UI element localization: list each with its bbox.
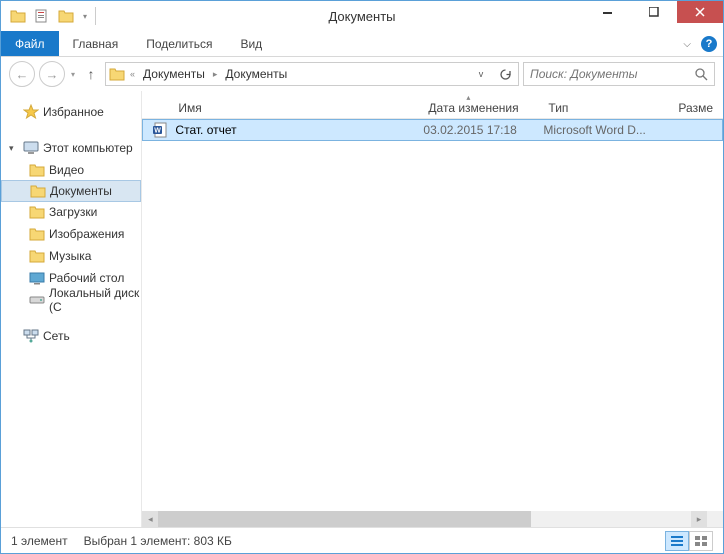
- chevron-icon[interactable]: «: [128, 69, 137, 79]
- tree-label: Сеть: [43, 329, 70, 343]
- qat-dropdown-icon[interactable]: ▾: [79, 5, 91, 27]
- file-type: Microsoft Word D...: [543, 123, 673, 137]
- scroll-thumb[interactable]: [158, 511, 531, 527]
- column-size[interactable]: Разме: [672, 101, 723, 115]
- search-box[interactable]: [523, 62, 715, 86]
- drive-icon: [29, 292, 45, 308]
- tree-localdisk[interactable]: Локальный диск (C: [1, 289, 141, 311]
- tree-videos[interactable]: Видео: [1, 159, 141, 181]
- tab-view[interactable]: Вид: [226, 31, 276, 56]
- new-folder-icon[interactable]: [55, 5, 77, 27]
- view-switcher: [665, 531, 713, 551]
- column-headers: Имя Дата изменения Тип Разме: [142, 91, 723, 119]
- scroll-right-icon[interactable]: ▸: [691, 511, 707, 527]
- collapse-icon[interactable]: ▾: [9, 143, 19, 154]
- back-button[interactable]: ←: [9, 61, 35, 87]
- tab-file[interactable]: Файл: [1, 31, 59, 56]
- search-icon[interactable]: [695, 68, 708, 81]
- icons-view-button[interactable]: [689, 531, 713, 551]
- svg-text:W: W: [155, 128, 162, 135]
- tree-downloads[interactable]: Загрузки: [1, 201, 141, 223]
- folder-icon: [29, 204, 45, 220]
- tree-label: Этот компьютер: [43, 141, 133, 155]
- folder-icon: [108, 65, 126, 83]
- search-input[interactable]: [530, 67, 695, 81]
- file-list-pane: ▴ Имя Дата изменения Тип Разме W Стат. о…: [142, 91, 723, 527]
- tree-label: Музыка: [49, 249, 91, 263]
- title-bar: ▾ Документы: [1, 1, 723, 31]
- navigation-pane: Избранное ▾ Этот компьютер Видео Докумен…: [1, 91, 142, 527]
- item-count: 1 элемент: [11, 534, 68, 548]
- up-button[interactable]: ↑: [81, 64, 101, 84]
- details-view-button[interactable]: [665, 531, 689, 551]
- scrollbar-corner: [707, 511, 723, 527]
- window-controls: [585, 1, 723, 23]
- ribbon-tabs: Файл Главная Поделиться Вид ⌵ ?: [1, 31, 723, 57]
- tree-label: Рабочий стол: [49, 271, 124, 285]
- tree-documents[interactable]: Документы: [1, 180, 141, 202]
- horizontal-scrollbar[interactable]: ◂ ▸: [142, 511, 707, 527]
- help-icon[interactable]: ?: [701, 36, 717, 52]
- column-date[interactable]: Дата изменения: [422, 101, 542, 115]
- file-name: Стат. отчет: [175, 123, 236, 137]
- computer-icon: [23, 140, 39, 156]
- tree-network[interactable]: Сеть: [1, 325, 141, 347]
- properties-icon[interactable]: [31, 5, 53, 27]
- file-date: 03.02.2015 17:18: [423, 123, 543, 137]
- column-name[interactable]: Имя: [142, 101, 422, 115]
- tree-music[interactable]: Музыка: [1, 245, 141, 267]
- folder-icon: [29, 226, 45, 242]
- minimize-button[interactable]: [585, 1, 631, 23]
- sort-indicator-icon: ▴: [466, 93, 470, 102]
- tree-favorites[interactable]: Избранное: [1, 101, 141, 123]
- address-bar[interactable]: « Документы ▸ Документы v: [105, 62, 519, 86]
- selection-info: Выбран 1 элемент: 803 КБ: [84, 534, 232, 548]
- quick-access-toolbar: ▾: [1, 5, 98, 27]
- maximize-button[interactable]: [631, 1, 677, 23]
- tree-pictures[interactable]: Изображения: [1, 223, 141, 245]
- separator: [95, 7, 96, 25]
- star-icon: [23, 104, 39, 120]
- folder-icon: [30, 183, 46, 199]
- forward-button[interactable]: →: [39, 61, 65, 87]
- word-doc-icon: W: [153, 122, 169, 138]
- tree-label: Видео: [49, 163, 84, 177]
- navigation-bar: ← → ▾ ↑ « Документы ▸ Документы v: [1, 57, 723, 91]
- folder-icon: [29, 248, 45, 264]
- tree-label: Изображения: [49, 227, 124, 241]
- status-bar: 1 элемент Выбран 1 элемент: 803 КБ: [1, 527, 723, 553]
- tab-share[interactable]: Поделиться: [132, 31, 226, 56]
- tree-label: Избранное: [43, 105, 104, 119]
- tab-home[interactable]: Главная: [59, 31, 133, 56]
- expand-ribbon-icon[interactable]: ⌵: [683, 39, 691, 50]
- breadcrumb-item[interactable]: Документы: [139, 67, 209, 81]
- breadcrumb-item[interactable]: Документы: [221, 67, 291, 81]
- folder-icon: [29, 162, 45, 178]
- tree-label: Документы: [50, 184, 112, 198]
- folder-app-icon: [7, 5, 29, 27]
- scroll-left-icon[interactable]: ◂: [142, 511, 158, 527]
- close-button[interactable]: [677, 1, 723, 23]
- network-icon: [23, 328, 39, 344]
- tree-computer[interactable]: ▾ Этот компьютер: [1, 137, 141, 159]
- scroll-track[interactable]: [158, 511, 691, 527]
- main-area: Избранное ▾ Этот компьютер Видео Докумен…: [1, 91, 723, 527]
- history-dropdown-icon[interactable]: ▾: [69, 70, 77, 79]
- chevron-right-icon[interactable]: ▸: [211, 69, 220, 80]
- address-dropdown-icon[interactable]: v: [470, 63, 492, 85]
- file-row[interactable]: W Стат. отчет 03.02.2015 17:18 Microsoft…: [142, 119, 723, 141]
- column-type[interactable]: Тип: [542, 101, 672, 115]
- tree-label: Загрузки: [49, 205, 97, 219]
- refresh-icon[interactable]: [494, 63, 516, 85]
- tree-label: Локальный диск (C: [49, 286, 141, 314]
- desktop-icon: [29, 270, 45, 286]
